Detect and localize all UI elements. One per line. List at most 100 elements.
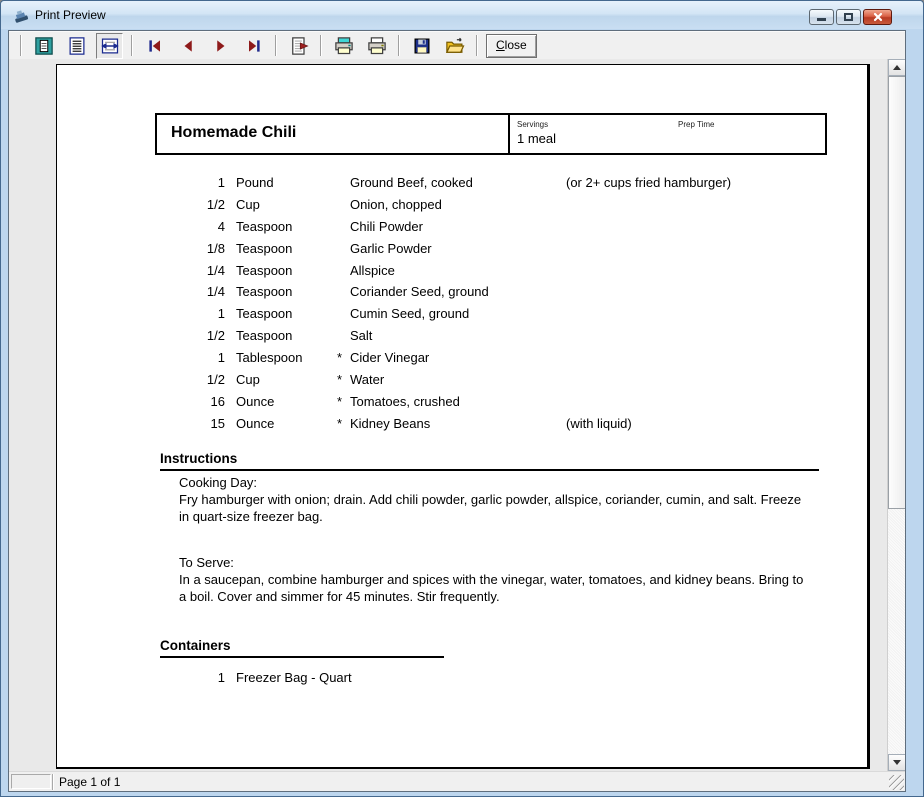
instruction-label: Cooking Day: — [179, 474, 819, 491]
ingredient-marker — [337, 263, 350, 285]
ingredient-name: Tomatoes, crushed — [350, 394, 566, 416]
scroll-up-button[interactable] — [888, 59, 905, 76]
goto-page-button[interactable] — [285, 33, 312, 59]
status-bar: Page 1 of 1 — [9, 771, 905, 791]
next-page-button[interactable] — [207, 33, 234, 59]
container-qty: 1 — [57, 670, 225, 692]
ingredient-qty: 1 — [57, 306, 225, 328]
ingredient-unit: Ounce — [236, 394, 337, 416]
containers-list: 1 Freezer Bag - Quart — [57, 670, 867, 692]
ingredient-name: Salt — [350, 328, 566, 350]
print-icon — [367, 36, 387, 56]
ingredient-row: 1 Tablespoon * Cider Vinegar — [57, 350, 867, 372]
toolbar-separator — [398, 35, 400, 56]
toolbar-separator — [20, 35, 22, 56]
ingredient-marker — [337, 197, 350, 219]
save-button[interactable] — [408, 33, 435, 59]
ingredient-unit: Cup — [236, 197, 337, 219]
ingredient-unit: Cup — [236, 372, 337, 394]
ingredient-unit: Teaspoon — [236, 306, 337, 328]
ingredient-marker — [337, 219, 350, 241]
ingredient-name: Allspice — [350, 263, 566, 285]
prep-time-label: Prep Time — [678, 120, 714, 129]
instruction-text: Fry hamburger with onion; drain. Add chi… — [179, 491, 811, 525]
last-page-button[interactable] — [240, 33, 267, 59]
ingredient-name: Cider Vinegar — [350, 350, 566, 372]
maximize-button[interactable] — [836, 9, 861, 25]
whole-page-icon — [34, 36, 54, 56]
ingredient-note — [566, 197, 867, 219]
first-page-button[interactable] — [141, 33, 168, 59]
close-preview-label: Close — [496, 38, 527, 52]
ingredient-row: 1 Teaspoon Cumin Seed, ground — [57, 306, 867, 328]
ingredient-row: 1 Pound Ground Beef, cooked (or 2+ cups … — [57, 175, 867, 197]
close-window-button[interactable] — [863, 9, 892, 25]
print-setup-button[interactable] — [330, 33, 357, 59]
whole-page-button[interactable] — [30, 33, 57, 59]
scroll-up-icon — [893, 65, 901, 70]
text-view-button[interactable] — [63, 33, 90, 59]
vertical-scrollbar[interactable] — [887, 59, 905, 771]
scroll-down-icon — [893, 760, 901, 765]
maximize-icon — [844, 13, 853, 21]
print-setup-icon — [334, 36, 354, 56]
page-width-button[interactable] — [96, 33, 123, 59]
print-button[interactable] — [363, 33, 390, 59]
ingredient-name: Ground Beef, cooked — [350, 175, 566, 197]
open-icon — [445, 36, 465, 56]
ingredient-name: Cumin Seed, ground — [350, 306, 566, 328]
open-button[interactable] — [441, 33, 468, 59]
ingredient-row: 1/2 Cup * Water — [57, 372, 867, 394]
window-controls — [809, 9, 892, 25]
ingredient-qty: 15 — [57, 416, 225, 438]
ingredients-list: 1 Pound Ground Beef, cooked (or 2+ cups … — [57, 175, 867, 438]
instructions-heading: Instructions — [160, 451, 819, 471]
ingredient-qty: 1/2 — [57, 197, 225, 219]
ingredient-qty: 16 — [57, 394, 225, 416]
ingredient-note — [566, 394, 867, 416]
ingredient-qty: 1/2 — [57, 328, 225, 350]
ingredient-name: Onion, chopped — [350, 197, 566, 219]
print-preview-window: Print Preview — [0, 0, 924, 797]
minimize-button[interactable] — [809, 9, 834, 25]
first-page-icon — [145, 36, 165, 56]
scrollbar-thumb[interactable] — [888, 76, 905, 509]
ingredient-unit: Teaspoon — [236, 219, 337, 241]
ingredient-qty: 1/4 — [57, 284, 225, 306]
ingredient-marker: * — [337, 416, 350, 438]
close-preview-button[interactable]: Close — [486, 34, 537, 58]
recipe-header-box: Homemade Chili Servings 1 meal Prep Time — [155, 113, 827, 155]
ingredient-row: 1/2 Teaspoon Salt — [57, 328, 867, 350]
ingredient-marker — [337, 175, 350, 197]
instruction-text: In a saucepan, combine hamburger and spi… — [179, 571, 811, 605]
servings-label: Servings — [517, 120, 548, 129]
titlebar[interactable]: Print Preview — [1, 1, 923, 29]
goto-page-icon — [289, 36, 309, 56]
ingredient-name: Coriander Seed, ground — [350, 284, 566, 306]
toolbar-separator — [320, 35, 322, 56]
ingredient-name: Garlic Powder — [350, 241, 566, 263]
ingredient-unit: Teaspoon — [236, 284, 337, 306]
recipe-title: Homemade Chili — [171, 124, 296, 142]
ingredient-note — [566, 284, 867, 306]
next-page-icon — [211, 36, 231, 56]
ingredient-row: 1/4 Teaspoon Allspice — [57, 263, 867, 285]
instruction-section: To Serve: In a saucepan, combine hamburg… — [179, 554, 819, 605]
toolbar-separator — [131, 35, 133, 56]
ingredient-note — [566, 350, 867, 372]
container-name: Freezer Bag - Quart — [236, 670, 352, 692]
toolbar-separator — [476, 35, 478, 56]
status-panel — [11, 774, 51, 789]
header-divider — [508, 115, 510, 153]
scroll-down-button[interactable] — [888, 754, 905, 771]
text-view-icon — [67, 36, 87, 56]
save-icon — [412, 36, 432, 56]
ingredient-qty: 1/2 — [57, 372, 225, 394]
ingredient-name: Chili Powder — [350, 219, 566, 241]
containers-heading: Containers — [160, 638, 444, 658]
preview-area: Homemade Chili Servings 1 meal Prep Time… — [9, 59, 905, 771]
ingredient-marker: * — [337, 372, 350, 394]
resize-grip[interactable] — [889, 775, 904, 790]
ingredient-marker: * — [337, 350, 350, 372]
prev-page-button[interactable] — [174, 33, 201, 59]
